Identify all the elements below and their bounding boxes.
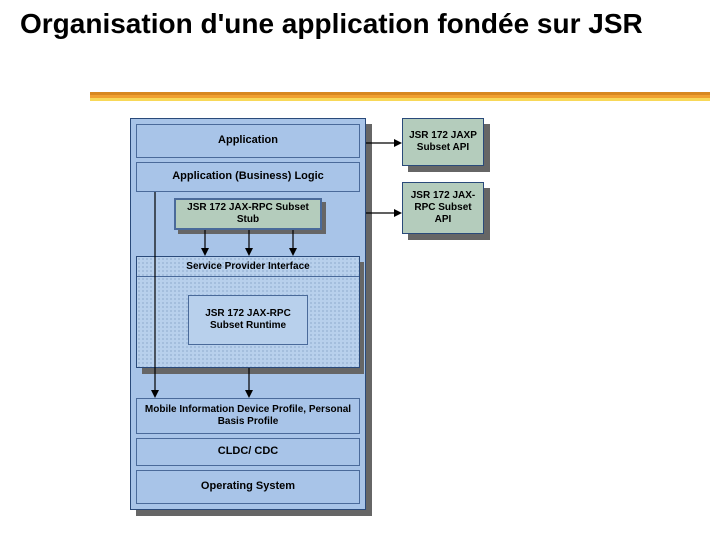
arrow-app-to-jaxp (366, 138, 402, 148)
arrow-runtime-to-profile (244, 368, 254, 398)
arrow-down-1 (200, 230, 210, 256)
label: Operating System (201, 480, 295, 493)
arrow-down-3 (288, 230, 298, 256)
box-jaxp-api: JSR 172 JAXP Subset API (402, 118, 484, 166)
label: CLDC/ CDC (218, 445, 279, 458)
architecture-diagram: Application Application (Business) Logic… (130, 118, 550, 528)
box-jaxrpc-api: JSR 172 JAX-RPC Subset API (402, 182, 484, 234)
label: JSR 172 JAX-RPC Subset Stub (180, 202, 316, 226)
box-jaxrpc-stub: JSR 172 JAX-RPC Subset Stub (174, 198, 322, 230)
arrow-down-2 (244, 230, 254, 256)
label: Mobile Information Device Profile, Perso… (141, 404, 355, 428)
label: Service Provider Interface (186, 261, 309, 273)
label: JSR 172 JAXP Subset API (407, 130, 479, 154)
arrow-stub-to-api (366, 208, 402, 218)
box-business-logic: Application (Business) Logic (136, 162, 360, 192)
slide-title: Organisation d'une application fondée su… (0, 0, 720, 42)
box-cldc: CLDC/ CDC (136, 438, 360, 466)
label: JSR 172 JAX-RPC Subset API (407, 190, 479, 226)
box-application: Application (136, 124, 360, 158)
label: JSR 172 JAX-RPC Subset Runtime (193, 308, 303, 332)
label: Application (218, 134, 278, 147)
box-os: Operating System (136, 470, 360, 504)
box-spi: Service Provider Interface (137, 257, 359, 277)
box-runtime: JSR 172 JAX-RPC Subset Runtime (188, 295, 308, 345)
arrow-logic-to-profile (150, 192, 160, 398)
label: Application (Business) Logic (172, 170, 324, 183)
title-underline (0, 92, 720, 110)
box-runtime-region: Service Provider Interface JSR 172 JAX-R… (136, 256, 360, 368)
box-profile: Mobile Information Device Profile, Perso… (136, 398, 360, 434)
